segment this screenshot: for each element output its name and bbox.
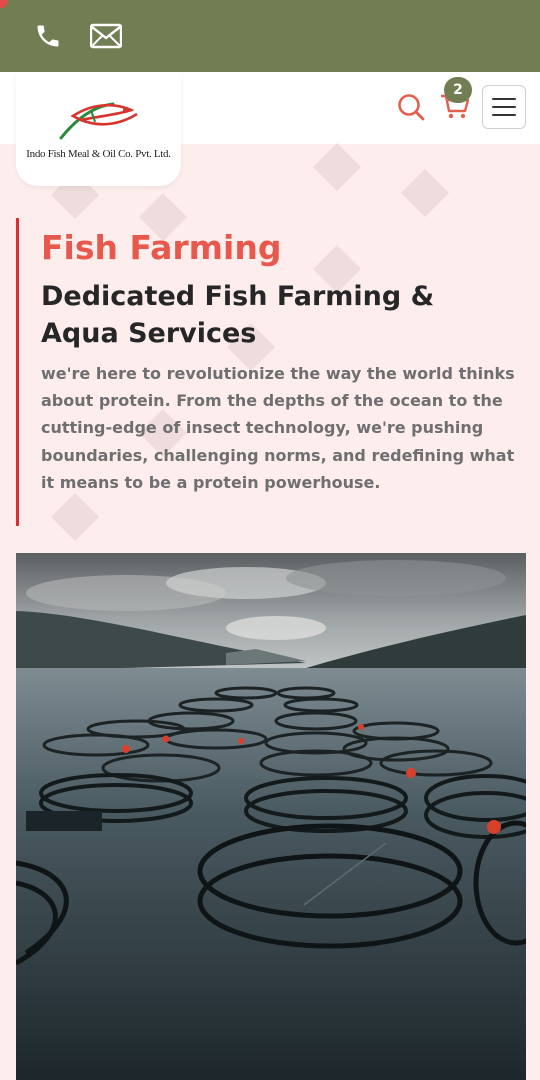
fish-logo-icon (59, 102, 138, 140)
notification-dot (0, 0, 8, 8)
hero-description: we're here to revolutionize the way the … (41, 364, 515, 492)
phone-icon[interactable] (32, 20, 64, 52)
fish-farm-photo (16, 553, 526, 1080)
mail-icon[interactable] (90, 20, 122, 52)
hero-eyebrow: Fish Farming (41, 228, 282, 267)
header-actions: 2 (394, 77, 526, 130)
cart-count-badge: 2 (444, 77, 472, 103)
hero-section: Fish Farming Dedicated Fish Farming & Aq… (16, 218, 516, 526)
decor-diamond (400, 168, 450, 218)
logo[interactable]: Indo Fish Meal & Oil Co. Pvt. Ltd. (16, 72, 181, 186)
hero-heading: Dedicated Fish Farming & Aqua Services (41, 280, 435, 349)
search-icon[interactable] (394, 90, 428, 124)
cart-button[interactable]: 2 (438, 77, 472, 124)
decor-diamond (312, 142, 362, 192)
logo-text: Indo Fish Meal & Oil Co. Pvt. Ltd. (26, 148, 171, 160)
hamburger-menu-icon[interactable] (482, 85, 526, 129)
contact-bar (0, 0, 540, 72)
